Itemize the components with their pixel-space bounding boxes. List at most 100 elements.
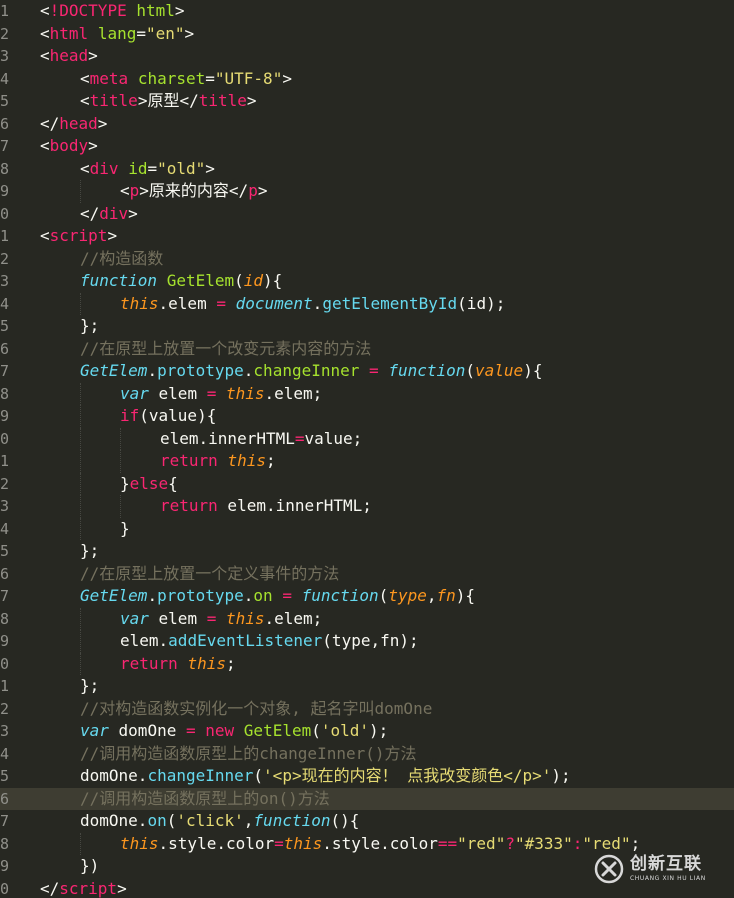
code-token: this <box>283 833 323 853</box>
code-line[interactable]: 4 //调用构造函数原型上的changeInner()方法 <box>0 743 734 766</box>
code-text: GetElem.prototype.on = function(type,fn)… <box>40 585 475 608</box>
code-line[interactable]: 5}; <box>0 315 734 338</box>
indent-guide <box>80 405 120 428</box>
code-line[interactable]: 7 <body> <box>0 135 734 158</box>
code-token: ( <box>378 586 389 605</box>
code-line[interactable]: 1}; <box>0 675 734 698</box>
line-number: 0 <box>0 204 9 223</box>
line-number: 8 <box>0 609 9 628</box>
code-token: ); <box>369 721 389 740</box>
code-line[interactable]: 6 //在原型上放置一个改变元素内容的方法 <box>0 338 734 361</box>
code-line[interactable]: 9 <p>原来的内容</p> <box>0 180 734 203</box>
code-token: (id); <box>457 293 506 313</box>
code-token: < <box>40 1 50 20</box>
code-token: = <box>147 158 158 178</box>
code-token: ){ <box>263 271 283 290</box>
code-token: meta <box>89 68 129 88</box>
code-text: }; <box>40 675 99 698</box>
code-text: }else{ <box>40 472 178 495</box>
code-token: > <box>282 68 292 88</box>
line-number: 7 <box>0 137 9 155</box>
code-line[interactable]: 3 <head> <box>0 45 734 68</box>
code-line[interactable]: 3 var domOne = new GetElem('old'); <box>0 720 734 743</box>
code-editor[interactable]: 1 <!DOCTYPE html> 2 <html lang="en"> 3 <head>… <box>0 0 734 898</box>
code-line[interactable]: 6 //在原型上放置一个定义事件的方法 <box>0 563 734 586</box>
code-text: //对构造函数实例化一个对象, 起名字叫domOne <box>40 698 432 721</box>
code-token: changeInner <box>253 361 360 380</box>
line-number: 9 <box>0 857 9 875</box>
code-line[interactable]: 4 this.elem = document.getElementById(id)… <box>0 292 734 315</box>
code-line[interactable]: 8 var elem = this.elem; <box>0 382 734 405</box>
code-token: return <box>120 653 178 673</box>
code-token: "red" <box>582 833 631 853</box>
code-text: </script> <box>40 878 127 898</box>
code-line[interactable]: 7 GetElem.prototype.changeInner = functio… <box>0 360 734 383</box>
code-text: return this; <box>40 450 276 473</box>
code-token: '<p>现在的内容！ 点我改变颜色</p>' <box>263 766 552 785</box>
code-line[interactable]: 7 domOne.on('click',function(){ <box>0 810 734 833</box>
line-number: 1 <box>0 2 9 20</box>
code-token: div <box>99 203 129 223</box>
code-line[interactable]: 0 elem.innerHTML=value; <box>0 427 734 450</box>
code-line[interactable]: 7 GetElem.prototype.on = function(type,fn… <box>0 585 734 608</box>
code-token: >原型</ <box>137 91 199 110</box>
code-token: }) <box>80 856 100 875</box>
code-token: > <box>97 113 108 133</box>
code-token: div <box>89 158 119 178</box>
indent-guide <box>40 405 80 428</box>
code-line[interactable]: 6 //调用构造函数原型上的on()方法 <box>0 787 734 810</box>
code-token: .elem <box>158 293 217 313</box>
code-line[interactable]: 2 //构造函数 <box>0 248 734 271</box>
code-token: domOne. <box>80 811 148 830</box>
code-line[interactable]: 9 elem.addEventListener(type,fn); <box>0 630 734 653</box>
code-token: function <box>388 361 466 380</box>
code-line[interactable]: 3 return elem.innerHTML; <box>0 495 734 518</box>
code-text: return elem.innerHTML; <box>40 495 372 518</box>
code-line[interactable]: 4 <meta charset="UTF-8"> <box>0 68 734 91</box>
code-line[interactable]: 6 </head> <box>0 113 734 136</box>
code-line[interactable]: 3 function GetElem(id){ <box>0 270 734 293</box>
code-line[interactable]: 8 var elem = this.elem; <box>0 607 734 630</box>
code-token: } <box>120 518 130 538</box>
code-line[interactable]: 1 <!DOCTYPE html> <box>0 0 734 23</box>
code-token: > <box>128 203 138 223</box>
code-token: id <box>128 158 148 178</box>
code-line[interactable]: 1 return this; <box>0 450 734 473</box>
code-token: function <box>301 586 379 605</box>
code-token: //调用构造函数原型上的on()方法 <box>80 788 330 808</box>
code-lines[interactable]: 1 <!DOCTYPE html> 2 <html lang="en"> 3 <head>… <box>0 0 734 898</box>
code-line[interactable]: 5 <title>原型</title> <box>0 90 734 113</box>
code-line[interactable]: 9 if(value){ <box>0 405 734 428</box>
code-line[interactable]: 0 return this; <box>0 652 734 676</box>
code-line[interactable]: 5}; <box>0 540 734 563</box>
line-number: 5 <box>0 92 9 110</box>
code-line[interactable]: 2 <html lang="en"> <box>0 23 734 46</box>
code-line[interactable]: 2}else{ <box>0 472 734 495</box>
code-token: < <box>40 226 50 245</box>
code-line[interactable]: 2 //对构造函数实例化一个对象, 起名字叫domOne <box>0 698 734 721</box>
code-token: > <box>174 1 185 20</box>
code-text: function GetElem(id){ <box>40 270 282 293</box>
code-token: //对构造函数实例化一个对象, 起名字叫domOne <box>80 698 433 718</box>
code-line[interactable]: 4} <box>0 517 734 540</box>
code-token: value; <box>304 428 363 448</box>
indent-guide <box>40 653 80 676</box>
code-token: > <box>205 158 215 178</box>
code-text: var domOne = new GetElem('old'); <box>40 720 388 743</box>
code-token: addEventListener <box>168 631 323 650</box>
indent-guide <box>40 675 80 698</box>
code-token: { <box>168 473 178 493</box>
code-text: elem.addEventListener(type,fn); <box>40 630 419 653</box>
code-line[interactable]: 5 domOne.changeInner('<p>现在的内容！ 点我改变颜色</p… <box>0 765 734 788</box>
code-text: }; <box>40 540 99 563</box>
code-token: "old" <box>157 158 206 178</box>
line-number: 2 <box>0 699 9 718</box>
code-line[interactable]: 8 <div id="old"> <box>0 158 734 181</box>
code-token: ); <box>551 766 571 785</box>
code-line[interactable]: 1 <script> <box>0 225 734 248</box>
code-line[interactable]: 0 </div> <box>0 203 734 226</box>
